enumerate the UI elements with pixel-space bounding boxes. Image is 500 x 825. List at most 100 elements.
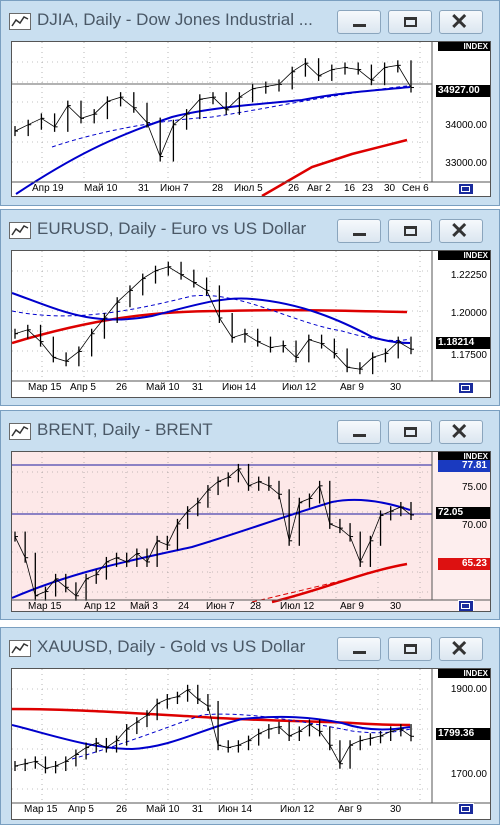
x-axis-label: 28 xyxy=(212,183,224,194)
x-axis-label: Авг 9 xyxy=(338,804,362,815)
window-titlebar[interactable]: DJIA, Daily - Dow Jones Industrial ... ✕ xyxy=(1,1,499,39)
chart-scroll-button[interactable] xyxy=(458,382,474,394)
x-axis-label: Май 10 xyxy=(146,804,180,815)
current-price-label: 72.05 xyxy=(436,507,490,519)
x-axis-label: 31 xyxy=(138,183,150,194)
x-axis-label: Мар 15 xyxy=(28,601,62,612)
minimize-button[interactable] xyxy=(337,637,381,661)
x-axis-label: Авг 9 xyxy=(340,601,364,612)
window-brent: BRENT, Daily - BRENT ✕ INDEX 77.81 75.00… xyxy=(0,410,500,620)
window-xauusd: XAUUSD, Daily - Gold vs US Dollar ✕ INDE… xyxy=(0,627,500,825)
chart-scroll-button[interactable] xyxy=(458,803,474,815)
close-button[interactable]: ✕ xyxy=(439,637,483,661)
y-axis-label: 1700.00 xyxy=(450,769,487,780)
x-axis-label: Май 10 xyxy=(84,183,118,194)
y-axis-label: 1.17500 xyxy=(450,350,487,361)
x-axis-label: Июл 12 xyxy=(280,601,315,612)
y-axis-label: 75.00 xyxy=(461,482,487,493)
chart-scroll-button[interactable] xyxy=(458,183,474,195)
scroll-icon xyxy=(461,806,470,812)
price-chart[interactable]: INDEX 1.22250 1.20000 1.18214 1.17500 Ма… xyxy=(11,250,491,398)
scroll-icon xyxy=(461,385,470,391)
x-axis-label: 31 xyxy=(192,382,204,393)
maximize-icon xyxy=(404,644,417,654)
x-axis-label: Июл 12 xyxy=(280,804,315,815)
x-axis-label: Июн 7 xyxy=(160,183,189,194)
x-axis-label: Мар 15 xyxy=(28,382,62,393)
x-axis-label: 26 xyxy=(116,382,128,393)
price-chart[interactable]: INDEX 34927.00 34000.00 33000.00 Апр 19 … xyxy=(11,41,491,197)
chart-scroll-button[interactable] xyxy=(458,600,474,611)
maximize-icon xyxy=(404,226,417,236)
x-axis-label: Авг 9 xyxy=(340,382,364,393)
x-axis-label: 16 xyxy=(344,183,356,194)
maximize-icon xyxy=(404,427,417,437)
x-axis-label: Апр 12 xyxy=(84,601,116,612)
x-axis-label: Мар 15 xyxy=(24,804,58,815)
minimize-button[interactable] xyxy=(337,10,381,34)
scroll-icon xyxy=(461,186,470,192)
close-button[interactable]: ✕ xyxy=(439,10,483,34)
chart-window-icon xyxy=(9,222,31,239)
chart-canvas xyxy=(12,251,490,397)
x-axis-label: Июл 12 xyxy=(282,382,317,393)
minimize-icon xyxy=(353,24,366,27)
maximize-button[interactable] xyxy=(388,637,432,661)
current-price-label: 1799.36 xyxy=(436,728,490,740)
current-price-label: 1.18214 xyxy=(436,337,490,349)
index-label: INDEX xyxy=(438,669,490,678)
window-titlebar[interactable]: EURUSD, Daily - Euro vs US Dollar ✕ xyxy=(1,210,499,248)
x-axis-label: Июн 7 xyxy=(206,601,235,612)
minimize-icon xyxy=(353,233,366,236)
window-titlebar[interactable]: XAUUSD, Daily - Gold vs US Dollar ✕ xyxy=(1,628,499,666)
minimize-icon xyxy=(353,434,366,437)
low-price-label: 65.23 xyxy=(438,558,490,570)
y-axis-label: 1.20000 xyxy=(450,308,487,319)
close-button[interactable]: ✕ xyxy=(439,219,483,243)
chart-canvas xyxy=(12,669,490,819)
x-axis-label: 30 xyxy=(384,183,396,194)
chart-window-icon xyxy=(9,13,31,30)
price-chart[interactable]: INDEX 77.81 75.00 72.05 70.00 65.23 Мар … xyxy=(11,451,491,612)
minimize-button[interactable] xyxy=(337,219,381,243)
y-axis-label: 1.22250 xyxy=(450,270,487,281)
y-axis-label: 70.00 xyxy=(461,520,487,531)
scroll-icon xyxy=(461,603,470,609)
window-djia: DJIA, Daily - Dow Jones Industrial ... ✕… xyxy=(0,0,500,206)
x-axis-label: Май 3 xyxy=(130,601,158,612)
chart-window-icon xyxy=(9,423,31,440)
minimize-icon xyxy=(353,651,366,654)
window-title: EURUSD, Daily - Euro vs US Dollar xyxy=(37,219,307,238)
maximize-button[interactable] xyxy=(388,420,432,444)
index-label: INDEX xyxy=(438,42,490,51)
x-axis-label: 26 xyxy=(288,183,300,194)
x-axis-label: Авг 2 xyxy=(307,183,331,194)
x-axis-label: 30 xyxy=(390,382,402,393)
x-axis-label: Апр 5 xyxy=(68,804,94,815)
x-axis-label: Май 10 xyxy=(146,382,180,393)
high-price-label: 77.81 xyxy=(438,460,490,472)
window-titlebar[interactable]: BRENT, Daily - BRENT ✕ xyxy=(1,411,499,449)
index-label: INDEX xyxy=(438,251,490,260)
maximize-icon xyxy=(404,17,417,27)
y-axis-label: 1900.00 xyxy=(450,684,487,695)
close-icon: ✕ xyxy=(450,636,469,661)
close-icon: ✕ xyxy=(450,218,469,243)
price-chart[interactable]: INDEX 1900.00 1799.36 1700.00 Мар 15 Апр… xyxy=(11,668,491,820)
y-axis-label: 33000.00 xyxy=(445,158,487,169)
window-title: DJIA, Daily - Dow Jones Industrial ... xyxy=(37,10,313,29)
x-axis-label: 30 xyxy=(390,804,402,815)
maximize-button[interactable] xyxy=(388,219,432,243)
x-axis-label: Июн 14 xyxy=(222,382,257,393)
chart-canvas xyxy=(12,42,490,196)
chart-canvas xyxy=(12,452,490,604)
x-axis-label: Апр 19 xyxy=(32,183,64,194)
x-axis-label: Июл 5 xyxy=(234,183,263,194)
close-icon: ✕ xyxy=(450,419,469,444)
x-axis-label: 23 xyxy=(362,183,374,194)
window-title: XAUUSD, Daily - Gold vs US Dollar xyxy=(37,637,306,656)
maximize-button[interactable] xyxy=(388,10,432,34)
close-button[interactable]: ✕ xyxy=(439,420,483,444)
x-axis-label: 26 xyxy=(116,804,128,815)
minimize-button[interactable] xyxy=(337,420,381,444)
